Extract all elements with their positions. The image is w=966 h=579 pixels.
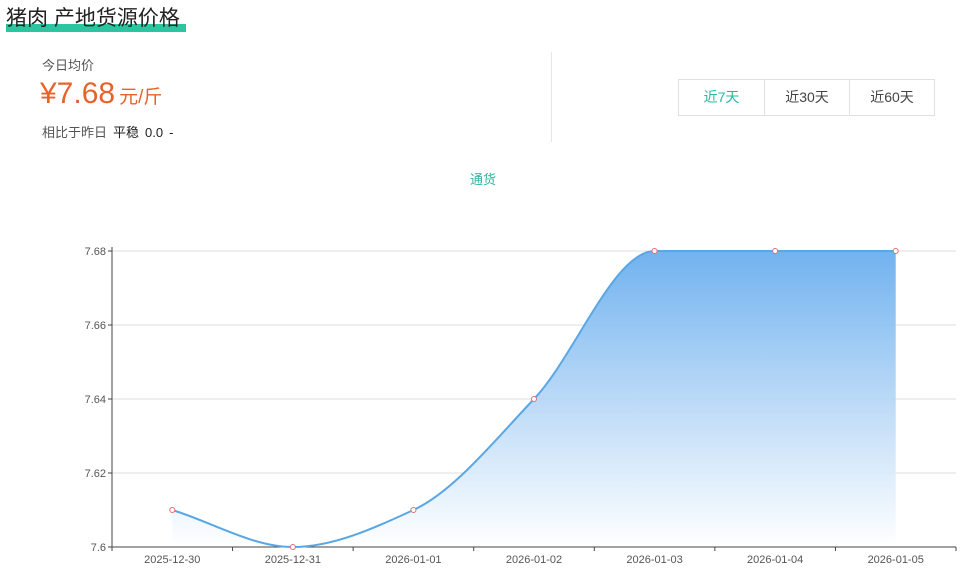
page-title: 猪肉 产地货源价格 (6, 7, 180, 30)
x-tick-label: 2026-01-03 (626, 554, 682, 566)
y-tick-label: 7.64 (85, 394, 106, 406)
y-tick-label: 7.62 (85, 468, 106, 480)
data-point (531, 396, 537, 402)
x-tick-label: 2026-01-04 (747, 554, 803, 566)
data-point (410, 507, 417, 513)
x-tick-label: 2026-01-05 (868, 554, 924, 566)
data-point (892, 248, 899, 254)
data-point (169, 507, 176, 513)
x-tick-label: 2025-12-31 (265, 554, 321, 566)
data-point (289, 544, 296, 550)
y-tick-label: 7.68 (85, 246, 106, 258)
data-point (772, 248, 779, 254)
x-tick-label: 2026-01-01 (385, 554, 441, 566)
x-tick-label: 2025-12-30 (144, 554, 200, 566)
price-chart: 7.6 7.62 7.64 7.66 7.68 2025-12-30 2025-12-31 2… (85, 246, 957, 566)
y-tick-label: 7.6 (91, 542, 106, 554)
x-tick-label: 2026-01-02 (506, 554, 562, 566)
data-point (651, 248, 658, 254)
y-tick-label: 7.66 (85, 320, 106, 332)
